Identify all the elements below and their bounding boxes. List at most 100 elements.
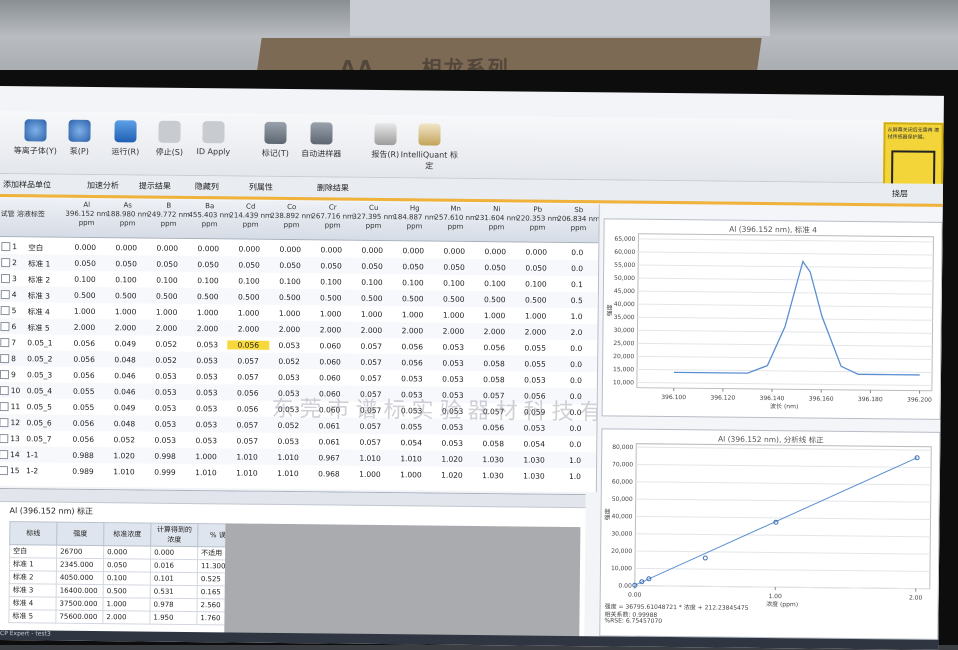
table-cell[interactable]: 2.000: [309, 325, 351, 334]
table-cell[interactable]: 0.500: [310, 293, 352, 302]
table-cell[interactable]: 0.100: [187, 276, 229, 285]
row-checkbox[interactable]: [0, 402, 9, 411]
table-cell[interactable]: 0.056: [63, 371, 105, 380]
table-cell[interactable]: 0.050: [515, 263, 557, 272]
table-cell[interactable]: 0.100: [269, 277, 311, 286]
row-checkbox[interactable]: [0, 338, 9, 347]
table-cell[interactable]: 0.053: [186, 404, 228, 413]
table-cell[interactable]: 0.000: [269, 245, 311, 254]
table-cell[interactable]: 1.000: [146, 308, 188, 317]
row-checkbox[interactable]: [1, 242, 10, 251]
table-cell[interactable]: 0.988: [62, 451, 104, 460]
table-cell[interactable]: 0.053: [514, 375, 556, 384]
table-cell[interactable]: 1.020: [431, 455, 473, 464]
toolbar-button-8[interactable]: IntelliQuant 标定: [399, 123, 459, 172]
table-cell[interactable]: 0.500: [105, 291, 147, 300]
hide-columns-button[interactable]: 隐藏列: [195, 181, 219, 192]
table-cell[interactable]: 1.000: [351, 310, 393, 319]
table-cell[interactable]: 2.000: [227, 324, 269, 333]
column-header[interactable]: Cr267.716 nmppm: [311, 203, 355, 230]
table-cell[interactable]: 0.060: [309, 373, 351, 382]
table-cell[interactable]: 0.049: [104, 339, 146, 348]
table-cell[interactable]: 0.050: [187, 260, 229, 269]
table-cell[interactable]: 0.050: [64, 259, 106, 268]
table-cell[interactable]: 0.0: [556, 248, 598, 257]
table-cell[interactable]: 0.000: [351, 246, 393, 255]
row-checkbox[interactable]: [0, 370, 9, 379]
table-cell[interactable]: 0.053: [431, 439, 473, 448]
row-checkbox[interactable]: [1, 290, 10, 299]
table-cell[interactable]: 1.030: [513, 471, 555, 480]
table-cell[interactable]: 2.000: [514, 327, 556, 336]
table-cell[interactable]: 0.054: [513, 439, 555, 448]
column-header[interactable]: B249.772 nmppm: [147, 202, 191, 229]
table-cell[interactable]: 1.000: [515, 311, 557, 320]
table-cell[interactable]: 0.100: [392, 278, 434, 287]
row-checkbox[interactable]: [1, 274, 10, 283]
table-cell[interactable]: 0.100: [228, 276, 270, 285]
table-cell[interactable]: 0.052: [145, 340, 187, 349]
table-cell[interactable]: 1.0: [554, 472, 596, 481]
column-header[interactable]: Ba455.403 nmppm: [188, 202, 232, 229]
table-cell[interactable]: 0.048: [104, 355, 146, 364]
table-cell[interactable]: 1.010: [267, 469, 309, 478]
table-cell[interactable]: 0.056: [391, 342, 433, 351]
table-cell[interactable]: 0.053: [432, 343, 474, 352]
column-header[interactable]: Co238.892 nmppm: [270, 203, 314, 230]
table-cell[interactable]: 2.000: [391, 326, 433, 335]
table-cell[interactable]: 2.000: [104, 323, 146, 332]
table-cell[interactable]: 1.010: [390, 454, 432, 463]
column-header[interactable]: As188.980 nmppm: [106, 201, 150, 228]
row-checkbox[interactable]: [0, 450, 8, 459]
table-cell[interactable]: 0.058: [473, 359, 515, 368]
table-cell[interactable]: 0.055: [514, 359, 556, 368]
table-cell[interactable]: 0.500: [64, 291, 106, 300]
table-cell[interactable]: 0.0: [555, 360, 597, 369]
table-cell[interactable]: 0.967: [308, 453, 350, 462]
column-header[interactable]: Mn257.610 nmppm: [433, 205, 477, 232]
row-checkbox[interactable]: [0, 418, 9, 427]
table-cell[interactable]: 0.000: [228, 244, 270, 253]
table-cell[interactable]: 0.054: [390, 438, 432, 447]
table-cell[interactable]: 0.053: [145, 388, 187, 397]
table-cell[interactable]: 1.030: [472, 455, 514, 464]
table-cell[interactable]: 0.057: [349, 438, 391, 447]
table-cell[interactable]: 0.000: [187, 244, 229, 253]
table-cell[interactable]: 0.056: [391, 358, 433, 367]
table-cell[interactable]: 0.053: [145, 372, 187, 381]
table-cell[interactable]: 0.055: [63, 387, 105, 396]
table-cell[interactable]: 2.000: [350, 326, 392, 335]
table-cell[interactable]: 0.056: [227, 404, 269, 413]
table-cell[interactable]: 0.049: [104, 403, 146, 412]
table-cell[interactable]: 1.000: [310, 309, 352, 318]
row-checkbox[interactable]: [0, 466, 8, 475]
table-cell[interactable]: 0.1: [556, 280, 598, 289]
table-cell[interactable]: 0.057: [226, 436, 268, 445]
table-cell[interactable]: 0.500: [228, 292, 270, 301]
table-cell[interactable]: 0.052: [103, 435, 145, 444]
table-cell[interactable]: 0.500: [146, 292, 188, 301]
table-cell[interactable]: 2.000: [145, 324, 187, 333]
table-cell[interactable]: 0.000: [515, 247, 557, 256]
table-cell[interactable]: 2.000: [473, 327, 515, 336]
table-cell[interactable]: 1.010: [267, 453, 309, 462]
table-cell[interactable]: 0.058: [473, 375, 515, 384]
table-cell[interactable]: 0.050: [433, 263, 475, 272]
table-cell[interactable]: 0.056: [227, 388, 269, 397]
table-cell[interactable]: 0.053: [186, 340, 228, 349]
table-cell[interactable]: 2.000: [186, 324, 228, 333]
table-cell[interactable]: 0.056: [473, 343, 515, 352]
table-cell[interactable]: 0.056: [62, 419, 104, 428]
table-cell[interactable]: 2.000: [63, 323, 105, 332]
table-cell[interactable]: 0.053: [186, 356, 228, 365]
table-cell[interactable]: 1.000: [105, 307, 147, 316]
column-header[interactable]: Pb220.353 nmppm: [515, 205, 559, 232]
table-cell[interactable]: 0.053: [186, 372, 228, 381]
row-checkbox[interactable]: [1, 258, 10, 267]
show-results-button[interactable]: 提示结果: [139, 180, 171, 191]
table-cell[interactable]: 0.053: [268, 373, 310, 382]
table-cell[interactable]: 1.000: [64, 307, 106, 316]
table-cell[interactable]: 0.500: [474, 295, 516, 304]
row-checkbox[interactable]: [0, 386, 9, 395]
table-cell[interactable]: 1.000: [474, 311, 516, 320]
